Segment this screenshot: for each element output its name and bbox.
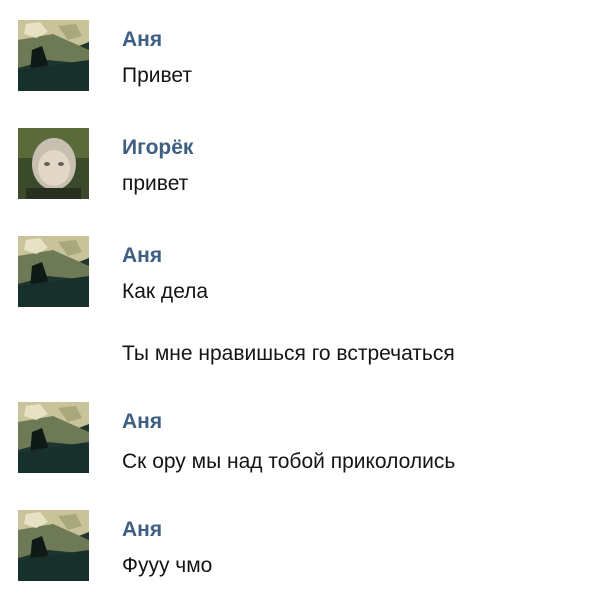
message-author[interactable]: Аня	[122, 244, 162, 268]
message-history: Аня Привет Игорёк привет Аня Как дела Ты…	[0, 0, 603, 604]
message-text: Ск ору мы над тобой прикололись	[122, 450, 456, 473]
message-text: Ты мне нравишься го встречаться	[122, 342, 455, 365]
message-author[interactable]: Аня	[122, 410, 162, 434]
anya-avatar-icon	[18, 402, 89, 473]
avatar[interactable]	[18, 128, 89, 199]
message-author[interactable]: Аня	[122, 28, 162, 52]
anya-avatar-icon	[18, 20, 89, 91]
avatar[interactable]	[18, 402, 89, 473]
message-item: Аня Ск ору мы над тобой прикололись	[0, 402, 603, 482]
message-text: Как дела	[122, 280, 209, 303]
message-author[interactable]: Аня	[122, 518, 162, 542]
message-item: Аня Привет	[0, 20, 603, 100]
message-text: Фууу чмо	[122, 554, 213, 577]
message-text: Привет	[122, 64, 193, 87]
message-text: привет	[122, 172, 189, 195]
avatar[interactable]	[18, 510, 89, 581]
avatar[interactable]	[18, 236, 89, 307]
anya-avatar-icon	[18, 510, 89, 581]
message-item: Аня Как дела Ты мне нравишься го встреча…	[0, 236, 603, 376]
message-item: Игорёк привет	[0, 128, 603, 208]
igorek-avatar-icon	[18, 128, 89, 199]
message-item: Аня Фууу чмо	[0, 510, 603, 590]
avatar[interactable]	[18, 20, 89, 91]
anya-avatar-icon	[18, 236, 89, 307]
message-author[interactable]: Игорёк	[122, 136, 193, 160]
